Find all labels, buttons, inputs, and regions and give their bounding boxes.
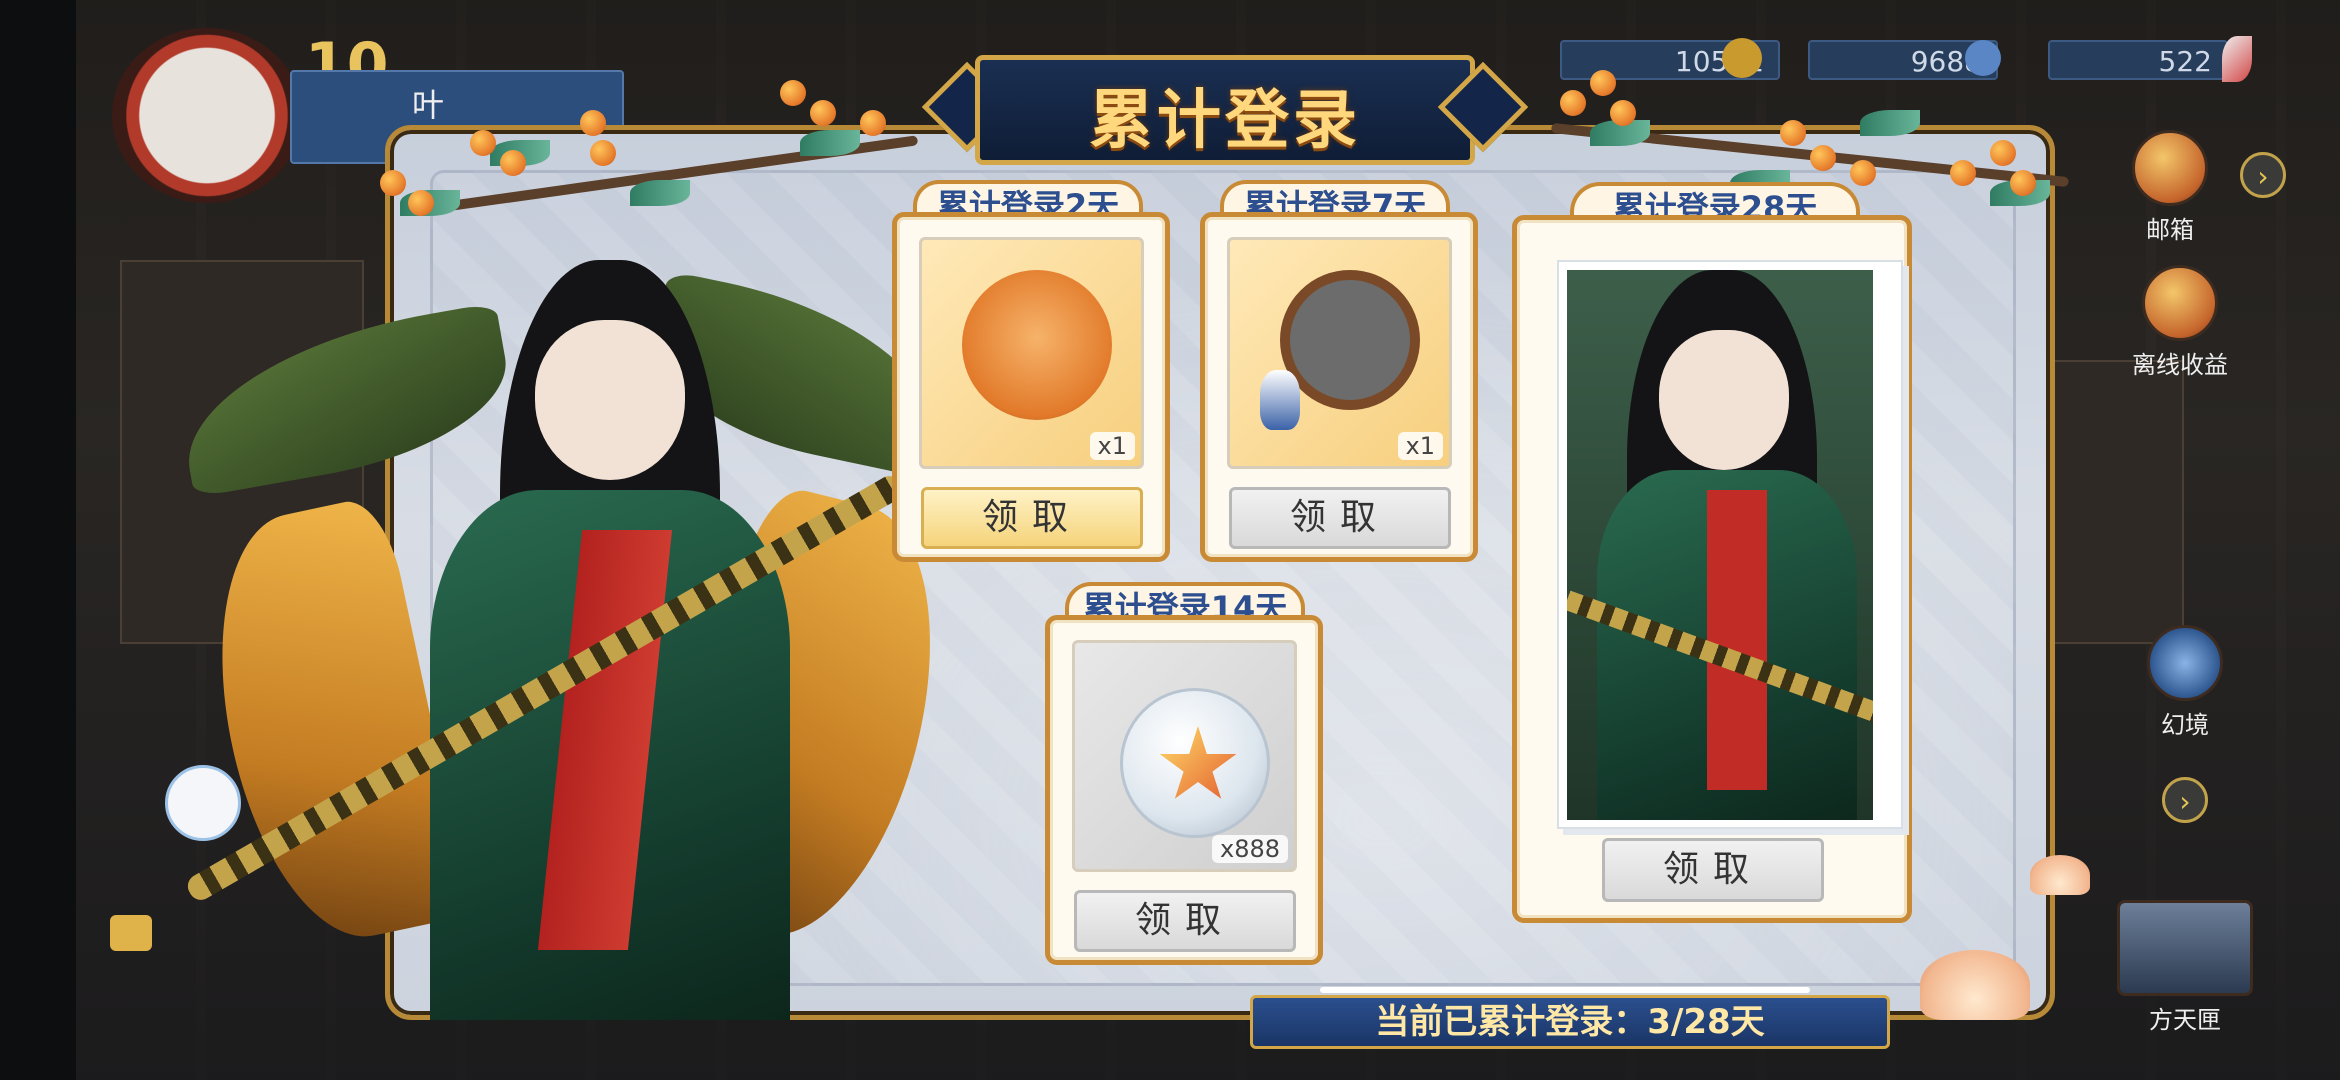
reward-item-day28[interactable] bbox=[1557, 260, 1903, 829]
menu-next-arrow[interactable]: › bbox=[2240, 152, 2286, 198]
star-bottle-icon bbox=[1120, 688, 1270, 838]
reward-item-day14[interactable]: x888 bbox=[1072, 640, 1297, 872]
login-progress-status: 当前已累计登录：3/28天 bbox=[1250, 995, 1890, 1049]
mail-icon bbox=[2132, 130, 2208, 206]
porcelain-vase-icon bbox=[1260, 370, 1300, 430]
feather-icon bbox=[2222, 36, 2252, 82]
chat-icon[interactable] bbox=[110, 915, 152, 951]
reward-card-day2: x1 领取 bbox=[892, 212, 1170, 562]
phantom-realm-icon bbox=[2147, 625, 2223, 701]
mail-button[interactable]: 邮箱 bbox=[2125, 130, 2215, 245]
phantom-realm-button[interactable]: 幻境 bbox=[2140, 625, 2230, 740]
claim-button-day28[interactable]: 领取 bbox=[1602, 838, 1824, 902]
chest-icon bbox=[2117, 900, 2253, 996]
lotus-flower-icon bbox=[1920, 950, 2030, 1020]
reward-qty-day7: x1 bbox=[1397, 432, 1443, 460]
portrait-frame-icon bbox=[1280, 270, 1420, 410]
claim-button-day14[interactable]: 领取 bbox=[1074, 890, 1296, 952]
claim-button-day7[interactable]: 领取 bbox=[1229, 487, 1451, 549]
character-face bbox=[535, 320, 685, 480]
reward-qty-day14: x888 bbox=[1211, 835, 1288, 863]
title-banner: 累计登录 bbox=[921, 55, 1529, 165]
player-avatar[interactable] bbox=[112, 28, 302, 203]
reward-item-day2[interactable]: x1 bbox=[919, 237, 1144, 469]
berry-branch-left-decoration bbox=[380, 80, 940, 260]
star-shard-icon bbox=[1159, 726, 1237, 799]
reward-item-day7[interactable]: x1 bbox=[1227, 237, 1452, 469]
character-wing-left bbox=[170, 302, 520, 498]
reward-card-day28: 领取 bbox=[1512, 215, 1912, 923]
lotus-bud-icon bbox=[2030, 855, 2090, 895]
progress-highlight-line bbox=[1320, 987, 1810, 993]
character-card-icon bbox=[1567, 270, 1873, 820]
side-next-arrow[interactable]: › bbox=[2162, 777, 2208, 823]
panel-title: 累计登录 bbox=[1089, 84, 1361, 158]
claim-button-day2[interactable]: 领取 bbox=[921, 487, 1143, 549]
reward-qty-day2: x1 bbox=[1089, 432, 1135, 460]
offline-income-button[interactable]: 离线收益 bbox=[2120, 265, 2240, 380]
monkey-avatar-icon bbox=[962, 270, 1112, 420]
chest-button[interactable]: 方天匣 bbox=[2110, 900, 2260, 1035]
reward-card-day14: x888 领取 bbox=[1045, 615, 1323, 965]
reward-card-day7: x1 领取 bbox=[1200, 212, 1478, 562]
offline-income-icon bbox=[2142, 265, 2218, 341]
